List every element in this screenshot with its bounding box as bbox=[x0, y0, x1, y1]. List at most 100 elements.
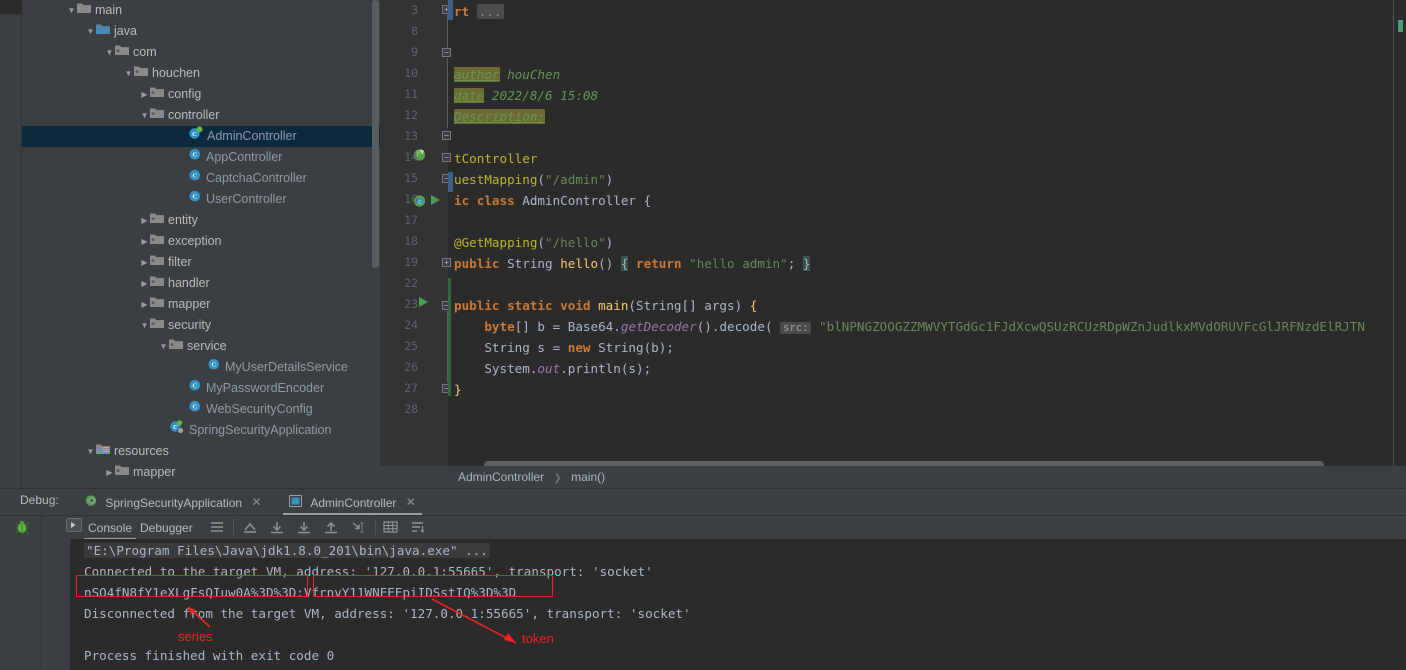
tree-item-config[interactable]: ▶ config bbox=[22, 84, 380, 105]
chevron-down-icon[interactable]: ▼ bbox=[85, 21, 96, 42]
tree-item-controller[interactable]: ▼ controller bbox=[22, 105, 380, 126]
fold-collapse-icon[interactable]: − bbox=[442, 48, 451, 57]
code-line[interactable]: } bbox=[454, 379, 462, 400]
line-number: 8 bbox=[411, 24, 418, 38]
project-panel[interactable]: ▼ main ▼ java ▼ com ▼ houchen ▶ config ▼ controller… bbox=[22, 0, 380, 488]
chevron-right-icon[interactable]: ▶ bbox=[104, 462, 115, 483]
code-line[interactable]: System.out.println(s); bbox=[454, 358, 651, 379]
tree-item-handler[interactable]: ▶ handler bbox=[22, 273, 380, 294]
evaluate-grid-icon[interactable] bbox=[383, 520, 398, 534]
folder-icon bbox=[115, 462, 129, 483]
java-class-icon: C bbox=[188, 378, 202, 399]
tab-debugger[interactable]: Debugger bbox=[136, 518, 197, 540]
tree-item-main[interactable]: ▼ main bbox=[22, 0, 380, 21]
tab-console[interactable]: Console bbox=[84, 518, 137, 540]
tree-item-service[interactable]: ▼ service bbox=[22, 336, 380, 357]
chevron-down-icon[interactable]: ▼ bbox=[139, 315, 150, 336]
console-run-icon[interactable] bbox=[62, 518, 86, 540]
project-vertical-scrollbar[interactable] bbox=[372, 0, 379, 488]
line-number: 3 bbox=[411, 3, 418, 17]
tree-item-mapper[interactable]: ▶ mapper bbox=[22, 462, 380, 483]
console-line: Disconnected from the target VM, address… bbox=[84, 606, 691, 621]
code-line[interactable]: @GetMapping("/hello") bbox=[454, 232, 613, 253]
tree-item-appcontroller[interactable]: C AppController bbox=[22, 147, 380, 168]
console-line: "E:\Program Files\Java\jdk1.8.0_201\bin\… bbox=[84, 543, 490, 558]
code-line[interactable]: Description: bbox=[454, 106, 545, 127]
scrollbar-thumb[interactable] bbox=[372, 0, 379, 268]
run-main-gutter-icon[interactable] bbox=[418, 296, 429, 311]
fold-collapse-icon[interactable]: − bbox=[442, 131, 451, 140]
editor-marker-gutter[interactable] bbox=[1393, 0, 1406, 488]
code-line[interactable]: public String hello() { return "hello ad… bbox=[454, 253, 811, 274]
breadcrumb-method[interactable]: main() bbox=[571, 470, 605, 484]
tree-item-websecurityconfig[interactable]: C WebSecurityConfig bbox=[22, 399, 380, 420]
step-into-icon[interactable] bbox=[269, 520, 285, 534]
chevron-right-icon[interactable]: ▶ bbox=[139, 84, 150, 105]
tree-item-java[interactable]: ▼ java bbox=[22, 21, 380, 42]
breadcrumb[interactable]: AdminController ❯ main() bbox=[380, 466, 1406, 488]
code-line[interactable]: public static void main(String[] args) { bbox=[454, 295, 757, 316]
code-line[interactable]: tController bbox=[454, 148, 537, 169]
chevron-right-icon[interactable]: ▶ bbox=[139, 231, 150, 252]
chevron-right-icon[interactable]: ▶ bbox=[139, 294, 150, 315]
annotation-box-series bbox=[76, 575, 308, 597]
tree-item-mypasswordencoder[interactable]: C MyPasswordEncoder bbox=[22, 378, 380, 399]
tree-item-filter[interactable]: ▶ filter bbox=[22, 252, 380, 273]
tree-item-myuserdetailsservice[interactable]: C MyUserDetailsService bbox=[22, 357, 380, 378]
sort-settings-icon[interactable] bbox=[410, 520, 425, 534]
tree-item-label: handler bbox=[168, 276, 210, 291]
close-icon[interactable]: ✕ bbox=[251, 495, 261, 509]
chevron-right-icon[interactable]: ▶ bbox=[139, 210, 150, 231]
editor-area[interactable]: C + − − − − + − − rt ... author houChen da… bbox=[380, 0, 1406, 488]
code-line[interactable]: author houChen bbox=[454, 64, 560, 85]
project-tree[interactable]: ▼ main ▼ java ▼ com ▼ houchen ▶ config ▼ controller… bbox=[22, 0, 380, 483]
tree-item-usercontroller[interactable]: C UserController bbox=[22, 189, 380, 210]
tree-item-admincontroller[interactable]: C AdminController bbox=[22, 126, 380, 147]
debug-tab-admincontroller[interactable]: AdminController ✕ bbox=[283, 491, 422, 515]
chevron-right-icon[interactable]: ▶ bbox=[139, 252, 150, 273]
chevron-right-icon[interactable]: ▶ bbox=[139, 273, 150, 294]
run-gutter-icon[interactable] bbox=[430, 194, 441, 209]
tree-item-security[interactable]: ▼ security bbox=[22, 315, 380, 336]
tree-item-com[interactable]: ▼ com bbox=[22, 42, 380, 63]
chevron-down-icon[interactable]: ▼ bbox=[66, 0, 77, 21]
folder-icon bbox=[150, 231, 164, 252]
chevron-down-icon[interactable]: ▼ bbox=[104, 42, 115, 63]
run-to-cursor-icon[interactable] bbox=[350, 520, 366, 534]
code-line[interactable]: date 2022/8/6 15:08 bbox=[454, 85, 598, 106]
fold-expand-icon[interactable]: + bbox=[442, 258, 451, 267]
tree-item-springsecurityapplication[interactable]: C SpringSecurityApplication bbox=[22, 420, 380, 441]
debug-panel: Debug: SpringSecurityApplication ✕ Admin… bbox=[0, 488, 1406, 670]
console-output[interactable]: "E:\Program Files\Java\jdk1.8.0_201\bin\… bbox=[70, 539, 1406, 670]
tree-item-exception[interactable]: ▶ exception bbox=[22, 231, 380, 252]
tree-item-label: config bbox=[168, 87, 202, 102]
step-up-icon[interactable] bbox=[323, 520, 339, 534]
code-line[interactable]: byte[] b = Base64.getDecoder().decode( s… bbox=[454, 316, 1365, 337]
chevron-down-icon[interactable]: ▼ bbox=[158, 336, 169, 357]
code-content[interactable]: rt ... author houChen date 2022/8/6 15:08 D… bbox=[454, 0, 1406, 460]
chevron-down-icon[interactable]: ▼ bbox=[85, 441, 96, 462]
fold-collapse-icon[interactable]: − bbox=[442, 153, 451, 162]
debug-tab-spring[interactable]: SpringSecurityApplication ✕ bbox=[78, 491, 268, 515]
force-step-into-icon[interactable] bbox=[296, 520, 312, 534]
breadcrumb-class[interactable]: AdminController bbox=[458, 470, 544, 484]
tree-item-resources[interactable]: ▼ resources bbox=[22, 441, 380, 462]
code-folding-bar[interactable]: + − − − − + − − bbox=[442, 0, 454, 488]
step-out-icon[interactable] bbox=[242, 520, 258, 534]
close-icon[interactable]: ✕ bbox=[406, 495, 416, 509]
tool-window-nub[interactable] bbox=[0, 0, 22, 14]
code-line[interactable]: String s = new String(b); bbox=[454, 337, 674, 358]
code-line[interactable]: ic class AdminController { bbox=[454, 190, 651, 211]
tree-item-houchen[interactable]: ▼ houchen bbox=[22, 63, 380, 84]
debug-tabbar: Debug: SpringSecurityApplication ✕ Admin… bbox=[0, 489, 1406, 515]
chevron-down-icon[interactable]: ▼ bbox=[139, 105, 150, 126]
code-line[interactable]: uestMapping("/admin") bbox=[454, 169, 613, 190]
folder-icon bbox=[150, 252, 164, 273]
tree-item-entity[interactable]: ▶ entity bbox=[22, 210, 380, 231]
layout-settings-icon[interactable] bbox=[209, 520, 225, 534]
code-line[interactable]: rt ... bbox=[454, 1, 504, 22]
tree-item-captchacontroller[interactable]: C CaptchaController bbox=[22, 168, 380, 189]
java-class-icon: C bbox=[169, 420, 185, 441]
chevron-down-icon[interactable]: ▼ bbox=[123, 63, 134, 84]
tree-item-mapper[interactable]: ▶ mapper bbox=[22, 294, 380, 315]
